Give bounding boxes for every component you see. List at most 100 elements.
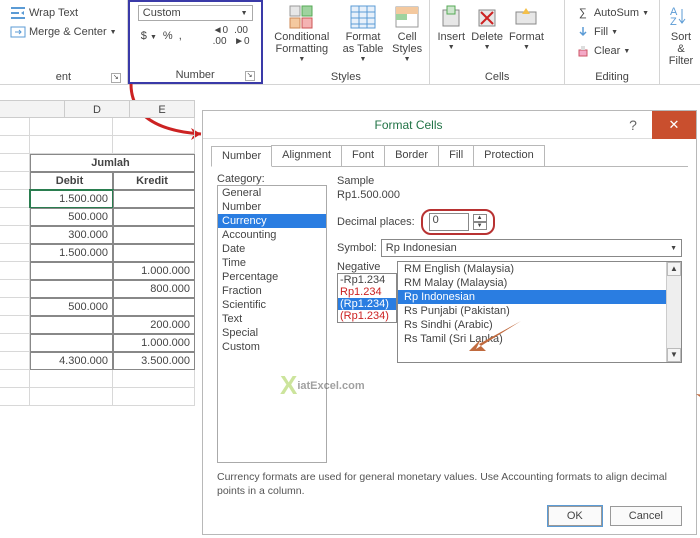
currency-dropdown[interactable]: RM English (Malaysia)RM Malay (Malaysia)… — [397, 261, 682, 363]
dialog-help-button[interactable]: ? — [614, 117, 652, 133]
col-header-e[interactable]: E — [130, 101, 195, 117]
merge-center-button[interactable]: Merge & Center▼ — [7, 23, 120, 41]
ok-button[interactable]: OK — [548, 506, 602, 526]
cell-styles-button[interactable]: Cell Styles▼ — [389, 2, 425, 70]
scroll-up-button[interactable]: ▲ — [667, 262, 681, 276]
fmt-tbl-label: Format as Table — [340, 31, 386, 55]
number-format-value: Custom — [143, 7, 181, 19]
neg-item[interactable]: Rp1.234 — [338, 286, 396, 298]
dialog-close-button[interactable]: ✕ — [652, 111, 696, 139]
currency-item[interactable]: Rs Sindhi (Arabic) — [398, 318, 681, 332]
debit-header[interactable]: Debit — [30, 172, 113, 190]
increase-decimal-button[interactable]: ◄0.00 — [213, 25, 228, 47]
tab-number[interactable]: Number — [211, 146, 272, 167]
table-cell[interactable] — [30, 316, 113, 334]
fill-button[interactable]: Fill▼ — [572, 23, 652, 41]
table-cell[interactable] — [113, 226, 195, 244]
table-cell[interactable]: 1.000.000 — [113, 262, 195, 280]
table-cell[interactable] — [30, 280, 113, 298]
sample-value: Rp1.500.000 — [337, 187, 682, 203]
currency-item[interactable]: Rp Indonesian — [398, 290, 681, 304]
table-cell[interactable] — [113, 208, 195, 226]
cell-styles-label: Cell Styles — [392, 31, 422, 55]
category-item[interactable]: Percentage — [218, 270, 326, 284]
table-cell[interactable]: 1.500.000 — [30, 190, 113, 208]
table-cell[interactable]: 300.000 — [30, 226, 113, 244]
category-label: Category: — [217, 173, 327, 185]
conditional-formatting-button[interactable]: Conditional Formatting▼ — [267, 2, 338, 70]
table-cell[interactable]: 1.500.000 — [30, 244, 113, 262]
table-cell[interactable]: 3.500.000 — [113, 352, 195, 370]
category-item[interactable]: Scientific — [218, 298, 326, 312]
table-cell[interactable]: 800.000 — [113, 280, 195, 298]
scroll-down-button[interactable]: ▼ — [667, 348, 681, 362]
cancel-button[interactable]: Cancel — [610, 506, 682, 526]
table-cell[interactable]: 200.000 — [113, 316, 195, 334]
neg-item[interactable]: -Rp1.234 — [338, 274, 396, 286]
neg-item[interactable]: (Rp1.234) — [338, 298, 396, 310]
merged-header[interactable]: Jumlah — [30, 154, 195, 172]
cell-styles-icon — [393, 4, 421, 30]
tab-border[interactable]: Border — [384, 145, 439, 166]
currency-item[interactable]: Rs Punjabi (Pakistan) — [398, 304, 681, 318]
autosum-button[interactable]: ∑AutoSum▼ — [572, 4, 652, 22]
table-cell[interactable]: 500.000 — [30, 298, 113, 316]
number-format-select[interactable]: Custom▼ — [138, 5, 253, 21]
category-item[interactable]: Number — [218, 200, 326, 214]
tab-font[interactable]: Font — [341, 145, 385, 166]
neg-item[interactable]: (Rp1.234) — [338, 310, 396, 322]
category-item[interactable]: Special — [218, 326, 326, 340]
category-item[interactable]: General — [218, 186, 326, 200]
decimal-spin-down[interactable]: ▼ — [473, 222, 487, 230]
category-item[interactable]: Currency — [218, 214, 326, 228]
merge-center-label: Merge & Center — [29, 26, 107, 38]
number-launcher[interactable]: ↘ — [245, 71, 255, 81]
table-cell[interactable]: 500.000 — [30, 208, 113, 226]
sort-filter-button[interactable]: AZSort & Filter — [664, 2, 698, 84]
category-item[interactable]: Date — [218, 242, 326, 256]
currency-item[interactable]: RM English (Malaysia) — [398, 262, 681, 276]
currency-item[interactable]: Rs Tamil (Sri Lanka) — [398, 332, 681, 346]
svg-text:Z: Z — [670, 16, 677, 28]
table-cell[interactable]: 1.000.000 — [113, 334, 195, 352]
table-cell[interactable] — [30, 262, 113, 280]
table-cell[interactable] — [30, 334, 113, 352]
alignment-launcher[interactable]: ↘ — [111, 73, 121, 83]
category-item[interactable]: Time — [218, 256, 326, 270]
table-cell[interactable]: 4.300.000 — [30, 352, 113, 370]
category-item[interactable]: Text — [218, 312, 326, 326]
insert-button[interactable]: Insert▼ — [434, 2, 468, 70]
currency-item[interactable]: RM Malay (Malaysia) — [398, 276, 681, 290]
format-as-table-button[interactable]: Format as Table▼ — [337, 2, 389, 70]
fill-label: Fill — [594, 26, 608, 38]
decimal-spin-up[interactable]: ▲ — [473, 214, 487, 222]
table-cell[interactable] — [113, 298, 195, 316]
negative-label: Negative — [337, 261, 380, 273]
category-list[interactable]: GeneralNumberCurrencyAccountingDateTimeP… — [217, 185, 327, 463]
wrap-text-button[interactable]: Wrap Text — [7, 4, 120, 22]
tab-fill[interactable]: Fill — [438, 145, 474, 166]
tab-alignment[interactable]: Alignment — [271, 145, 342, 166]
clear-button[interactable]: Clear▼ — [572, 42, 652, 60]
format-cells-dialog: Format Cells ? ✕ NumberAlignmentFontBord… — [202, 110, 697, 535]
col-header-d[interactable]: D — [65, 101, 130, 117]
category-item[interactable]: Accounting — [218, 228, 326, 242]
category-item[interactable]: Fraction — [218, 284, 326, 298]
category-item[interactable]: Custom — [218, 340, 326, 354]
format-button[interactable]: Format▼ — [506, 2, 547, 70]
negative-list[interactable]: -Rp1.234 Rp1.234 (Rp1.234) (Rp1.234) — [337, 273, 397, 323]
table-cell[interactable] — [113, 244, 195, 262]
comma-button[interactable]: , — [179, 30, 182, 42]
delete-button[interactable]: Delete▼ — [468, 2, 506, 70]
sort-filter-icon: AZ — [667, 4, 695, 30]
currency-button[interactable]: $ ▼ — [141, 30, 157, 42]
merge-icon — [10, 24, 26, 40]
tab-protection[interactable]: Protection — [473, 145, 545, 166]
decrease-decimal-button[interactable]: .00►0 — [234, 25, 249, 47]
decimal-places-input[interactable]: 0 — [429, 213, 469, 231]
symbol-select[interactable]: Rp Indonesian▼ — [381, 239, 682, 257]
sample-label: Sample — [337, 175, 374, 187]
percent-button[interactable]: % — [163, 30, 173, 42]
table-cell[interactable] — [113, 190, 195, 208]
kredit-header[interactable]: Kredit — [113, 172, 195, 190]
